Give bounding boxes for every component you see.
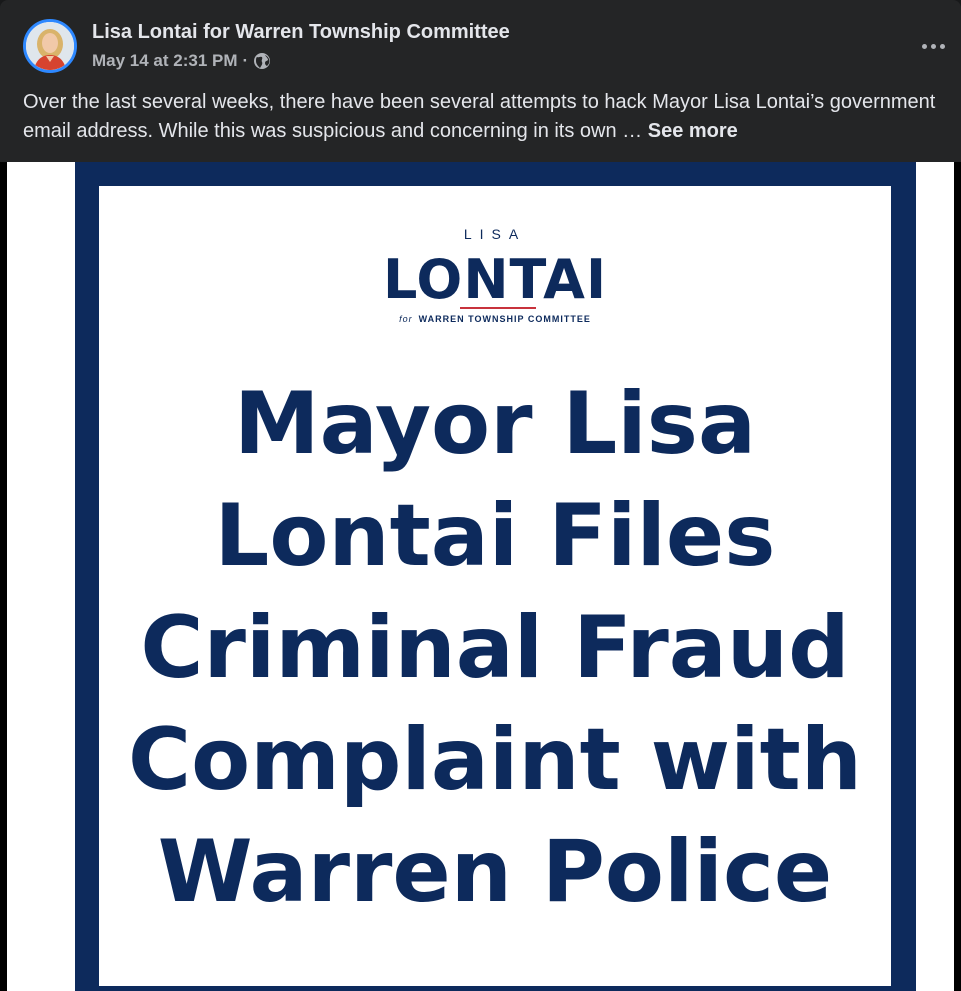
post-text: Over the last several weeks, there have … xyxy=(23,88,938,146)
headline-line: Lontai Files xyxy=(214,486,776,586)
headline-line: Complaint with xyxy=(128,710,862,810)
post-header: Lisa Lontai for Warren Township Committe… xyxy=(0,0,961,88)
graphic-border: LISA LONTAI for WARREN TOWNSHIP COMMITTEE… xyxy=(75,162,916,991)
logo-rule xyxy=(460,307,536,309)
graphic-panel: LISA LONTAI for WARREN TOWNSHIP COMMITTEE… xyxy=(99,186,891,986)
more-options-button[interactable] xyxy=(913,28,953,64)
page-name-link[interactable]: Lisa Lontai for Warren Township Committe… xyxy=(92,19,510,45)
avatar-image xyxy=(26,22,74,70)
facebook-post: Lisa Lontai for Warren Township Committe… xyxy=(0,0,961,991)
logo-for: for xyxy=(399,314,413,324)
post-image[interactable]: LISA LONTAI for WARREN TOWNSHIP COMMITTEE… xyxy=(0,162,961,991)
see-more-link[interactable]: See more xyxy=(648,120,738,142)
headline-line: Mayor Lisa xyxy=(234,374,756,474)
globe-icon[interactable] xyxy=(253,52,271,70)
more-horizontal-icon-dot xyxy=(921,43,927,49)
more-horizontal-icon-dot xyxy=(930,43,936,49)
logo-subtitle-text: WARREN TOWNSHIP COMMITTEE xyxy=(418,314,591,324)
logo-first-name: LISA xyxy=(463,226,527,242)
post-text-content: Over the last several weeks, there have … xyxy=(23,91,936,142)
headline-line: Warren Police xyxy=(157,822,833,922)
post-timestamp[interactable]: May 14 at 2:31 PM xyxy=(92,49,238,73)
logo-subtitle: for WARREN TOWNSHIP COMMITTEE xyxy=(99,314,891,324)
headline: Mayor Lisa Lontai Files Criminal Fraud C… xyxy=(99,368,891,928)
post-meta: May 14 at 2:31 PM · xyxy=(92,49,271,73)
page-avatar[interactable] xyxy=(23,19,77,73)
more-horizontal-icon-dot xyxy=(939,43,945,49)
meta-separator: · xyxy=(242,51,249,70)
logo-last-name: LONTAI xyxy=(382,248,608,311)
headline-line: Criminal Fraud xyxy=(140,598,850,698)
